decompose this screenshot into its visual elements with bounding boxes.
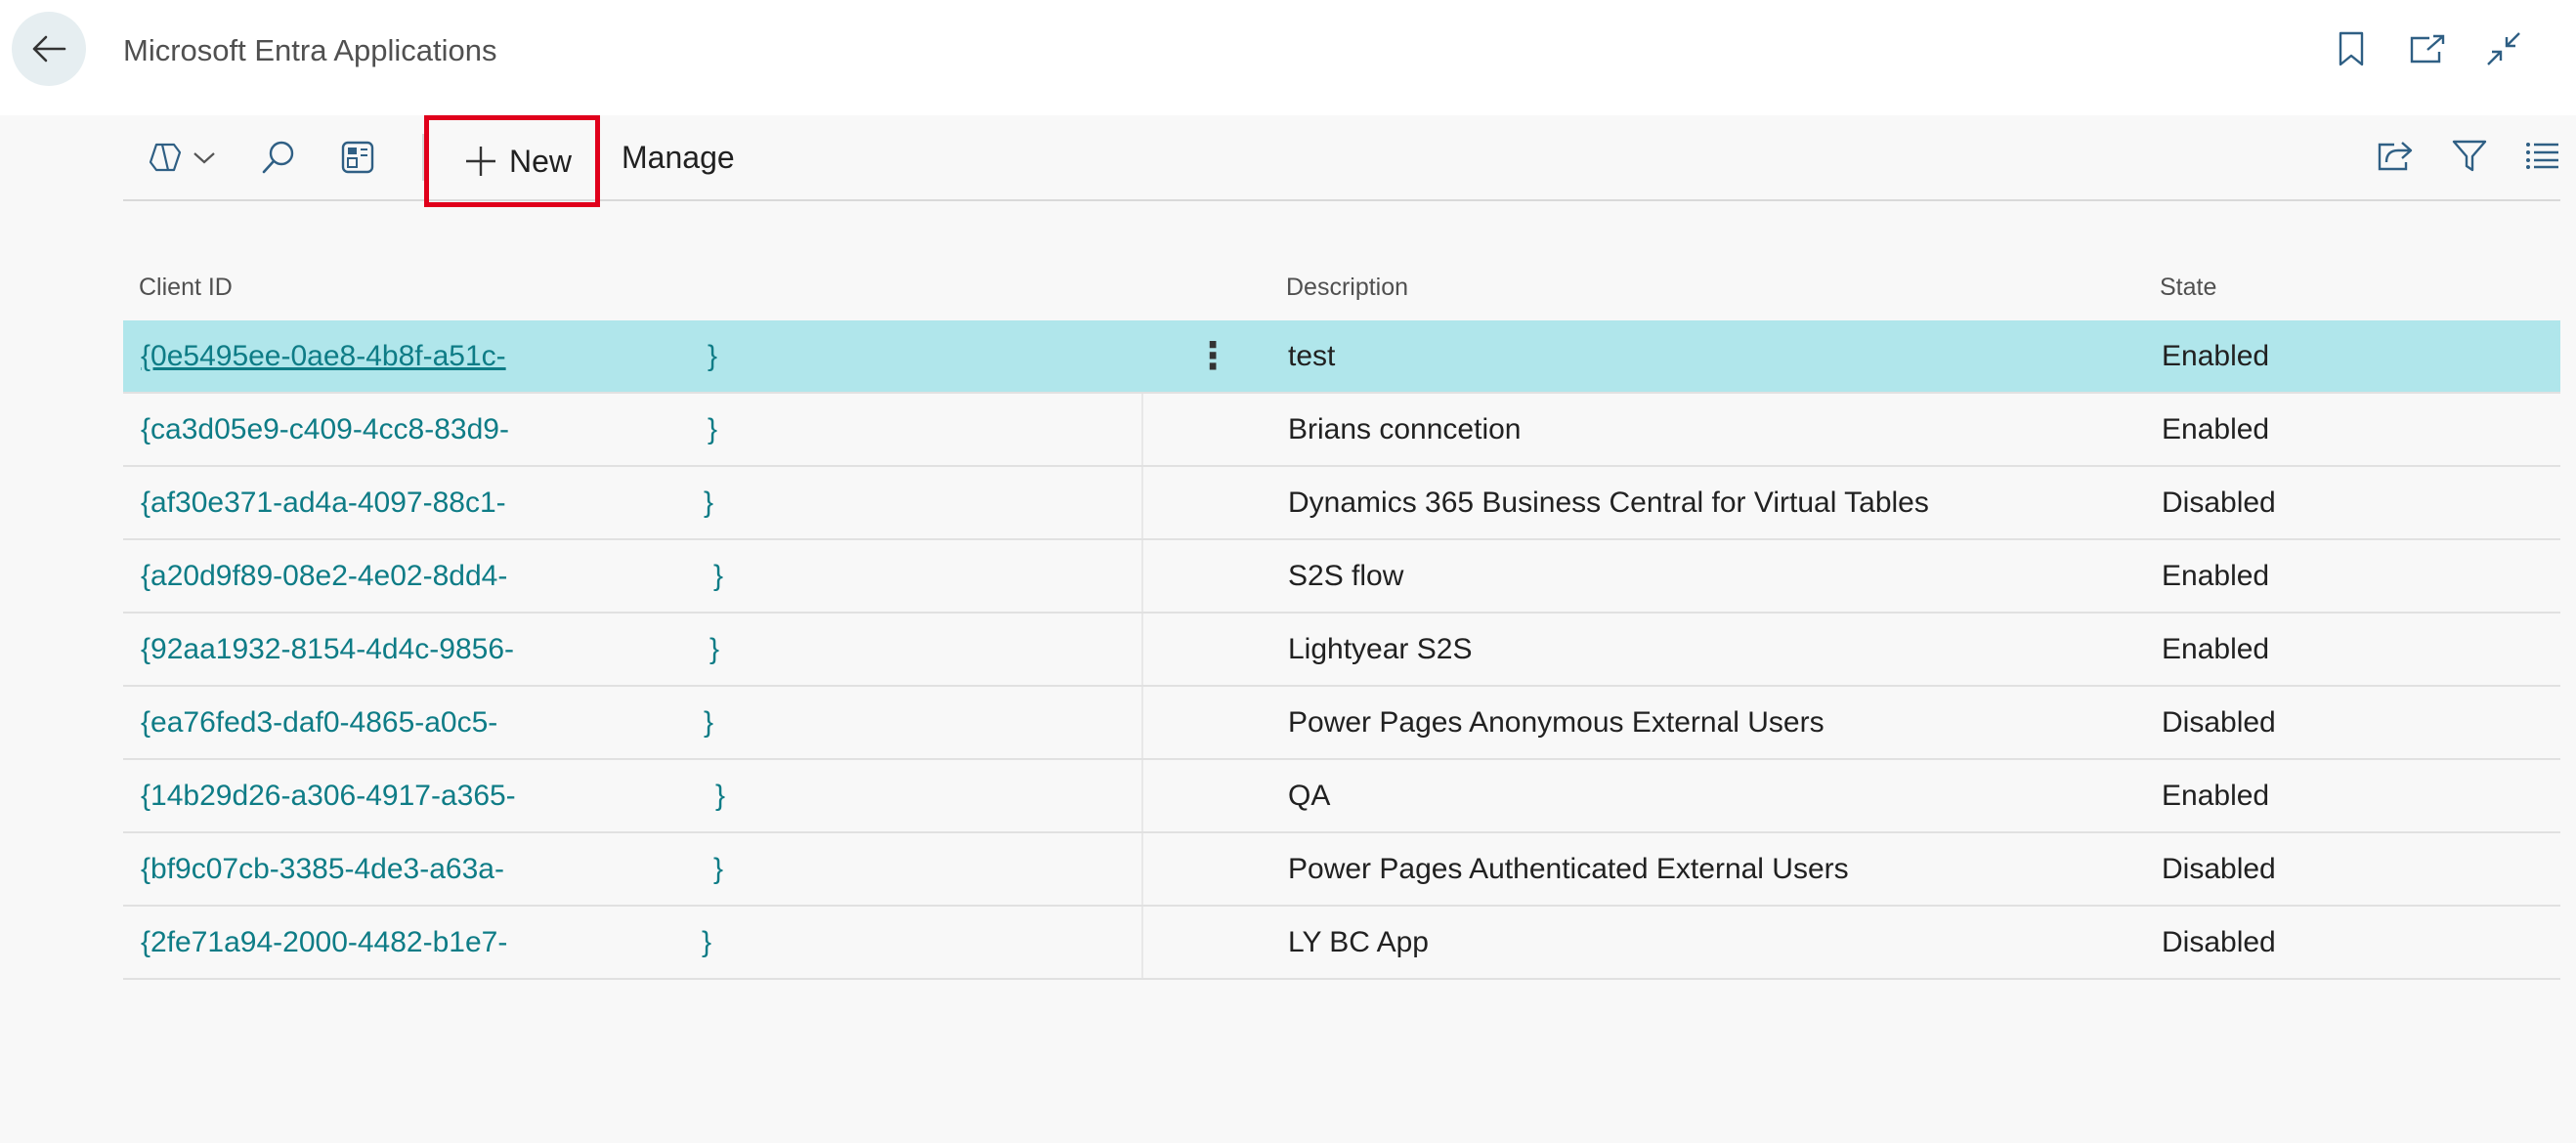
client-id-closing-brace: } [713,560,724,592]
description-cell: Lightyear S2S [1288,633,1473,665]
state-cell: Enabled [2162,413,2270,445]
description-cell: QA [1288,780,1331,812]
table-row[interactable]: {a20d9f89-08e2-4e02-8dd4- } S2S flow Ena… [123,540,2560,614]
client-id-closing-brace: } [704,706,714,739]
new-button-label: New [509,143,573,179]
share-button[interactable] [2377,139,2414,177]
column-divider [1141,394,1143,465]
client-id-link[interactable]: {af30e371-ad4a-4097-88c1- [141,487,506,520]
client-id-link[interactable]: {2fe71a94-2000-4482-b1e7- [141,926,507,959]
table-row[interactable]: {bf9c07cb-3385-4de3-a63a- } Power Pages … [123,833,2560,907]
description-cell: S2S flow [1288,560,1404,592]
client-id-link[interactable]: {bf9c07cb-3385-4de3-a63a- [141,853,504,886]
client-id-closing-brace: } [708,413,718,445]
description-cell: test [1288,340,1336,372]
copilot-menu-button[interactable] [149,128,217,187]
client-id-link[interactable]: {0e5495ee-0ae8-4b8f-a51c- [141,340,506,373]
client-id-link[interactable]: {ea76fed3-daf0-4865-a0c5- [141,706,497,740]
column-header-client-id[interactable]: Client ID [139,274,233,302]
client-id-closing-brace: } [713,853,724,885]
table-header: Client ID Description State [123,256,2560,320]
plus-icon [466,147,495,176]
description-cell: Brians conncetion [1288,413,1522,445]
filter-icon [2452,140,2487,171]
applications-table: Client ID Description State {0e5495ee-0a… [123,256,2560,980]
search-icon [262,141,294,174]
filter-pane-button[interactable] [340,128,375,187]
table-row[interactable]: {2fe71a94-2000-4482-b1e7- } LY BC App Di… [123,907,2560,980]
state-cell: Disabled [2162,706,2276,739]
description-cell: Power Pages Authenticated External Users [1288,853,1849,885]
column-divider [1141,760,1143,831]
table-row[interactable]: {92aa1932-8154-4d4c-9856- } Lightyear S2… [123,614,2560,687]
copilot-icon [149,143,182,172]
column-header-state[interactable]: State [2160,274,2216,302]
page-title: Microsoft Entra Applications [123,33,497,67]
client-id-closing-brace: } [715,780,726,812]
client-id-link[interactable]: {92aa1932-8154-4d4c-9856- [141,633,514,666]
client-id-closing-brace: } [704,487,714,519]
client-id-closing-brace: } [702,926,712,958]
table-row[interactable]: {af30e371-ad4a-4097-88c1- } Dynamics 365… [123,467,2560,540]
state-cell: Disabled [2162,926,2276,958]
description-cell: Power Pages Anonymous External Users [1288,706,1825,739]
description-cell: Dynamics 365 Business Central for Virtua… [1288,487,1929,519]
top-bar: Microsoft Entra Applications [0,0,2576,115]
chevron-down-icon [193,152,215,164]
column-divider [1141,614,1143,685]
state-cell: Disabled [2162,487,2276,519]
client-id-link[interactable]: {14b29d26-a306-4917-a365- [141,780,516,813]
new-button[interactable]: New [424,115,601,207]
manage-button[interactable]: Manage [622,140,735,176]
action-bar: New Manage [123,115,2560,207]
row-more-options-button[interactable]: ⋮ [1194,334,1231,378]
layout-icon [341,141,374,174]
filter-button[interactable] [2451,138,2488,178]
list-view-button[interactable] [2525,141,2560,175]
column-divider [1141,687,1143,758]
column-header-description[interactable]: Description [1286,274,1408,302]
open-new-window-icon[interactable] [2406,27,2449,70]
column-divider [1141,907,1143,978]
table-row[interactable]: {ea76fed3-daf0-4865-a0c5- } Power Pages … [123,687,2560,760]
state-cell: Disabled [2162,853,2276,885]
back-button[interactable] [12,12,86,86]
column-divider [1141,467,1143,538]
table-row[interactable]: {14b29d26-a306-4917-a365- } QA Enabled [123,760,2560,833]
description-cell: LY BC App [1288,926,1429,958]
collapse-icon[interactable] [2482,27,2525,70]
state-cell: Enabled [2162,560,2270,592]
state-cell: Enabled [2162,780,2270,812]
table-row[interactable]: {0e5495ee-0ae8-4b8f-a51c- } ⋮ test Enabl… [123,320,2560,394]
client-id-link[interactable]: {ca3d05e9-c409-4cc8-83d9- [141,413,509,446]
bookmark-icon[interactable] [2330,27,2373,70]
client-id-link[interactable]: {a20d9f89-08e2-4e02-8dd4- [141,560,507,593]
column-divider [1141,540,1143,612]
search-button[interactable] [260,128,297,187]
column-divider [1141,833,1143,905]
client-id-closing-brace: } [709,633,720,665]
state-cell: Enabled [2162,340,2270,372]
client-id-closing-brace: } [708,340,718,372]
list-icon [2526,142,2558,169]
share-icon [2378,141,2413,170]
state-cell: Enabled [2162,633,2270,665]
table-row[interactable]: {ca3d05e9-c409-4cc8-83d9- } Brians connc… [123,394,2560,467]
arrow-left-icon [32,35,66,63]
